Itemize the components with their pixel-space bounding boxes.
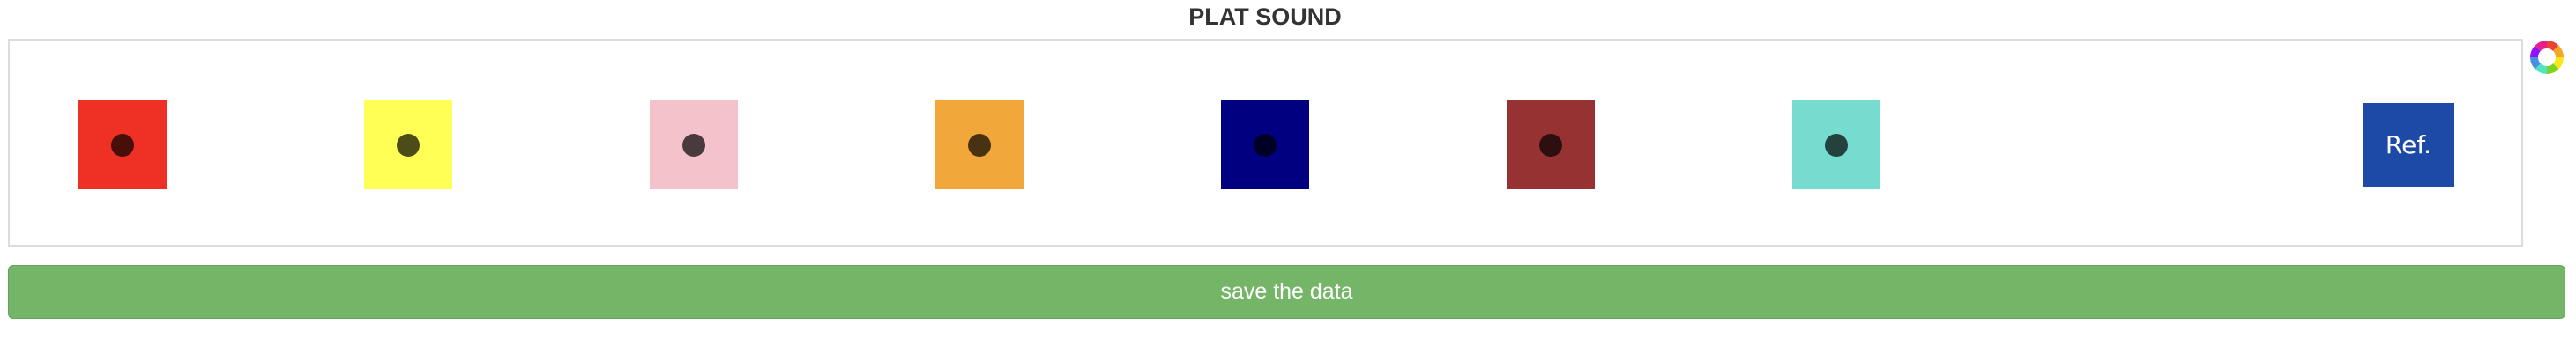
swatch-yellow[interactable] xyxy=(364,100,452,189)
page-title: PLAT SOUND xyxy=(1188,4,1342,30)
save-data-button[interactable]: save the data xyxy=(8,265,2565,319)
swatch-pink[interactable] xyxy=(650,100,738,189)
swatch-red[interactable] xyxy=(78,100,167,189)
swatch-turquoise[interactable] xyxy=(1792,100,1880,189)
sound-panel: Ref. xyxy=(8,39,2523,247)
swatch-dot[interactable] xyxy=(1254,133,1277,157)
color-wheel-icon[interactable] xyxy=(2527,37,2567,77)
swatch-brown[interactable] xyxy=(1507,100,1595,189)
swatch-dot[interactable] xyxy=(111,133,134,157)
swatch-dot[interactable] xyxy=(968,133,991,157)
ref-button[interactable]: Ref. xyxy=(2363,103,2454,187)
swatch-navy[interactable] xyxy=(1221,100,1309,189)
swatch-dot[interactable] xyxy=(1825,133,1848,157)
swatch-dot[interactable] xyxy=(397,133,420,157)
swatch-orange[interactable] xyxy=(935,100,1024,189)
swatch-dot[interactable] xyxy=(1539,133,1562,157)
swatch-dot[interactable] xyxy=(682,133,705,157)
